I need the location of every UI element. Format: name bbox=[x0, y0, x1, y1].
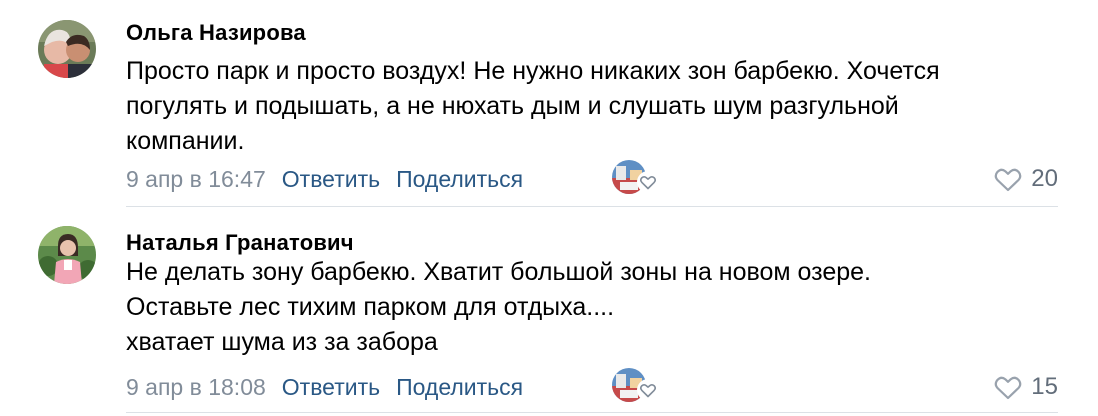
comment-text: Не делать зону барбекю. Хватит большой з… bbox=[126, 255, 1056, 360]
heart-outline-icon bbox=[993, 373, 1023, 401]
like-count: 20 bbox=[1031, 165, 1058, 192]
comment-item: Ольга Назирова Просто парк и просто возд… bbox=[0, 0, 1098, 208]
share-button[interactable]: Поделиться bbox=[396, 374, 523, 401]
comment-author[interactable]: Наталья Гранатович bbox=[126, 230, 354, 256]
comment-text-line: Просто парк и просто воздух! Не нужно ни… bbox=[126, 57, 940, 85]
share-button[interactable]: Поделиться bbox=[396, 166, 523, 193]
divider bbox=[126, 412, 1058, 413]
comment-author[interactable]: Ольга Назирова bbox=[126, 20, 306, 46]
comment-text-line: Не делать зону барбекю. Хватит большой з… bbox=[126, 258, 872, 286]
comment-date[interactable]: 9 апр в 18:08 bbox=[126, 374, 266, 401]
comment-meta: 9 апр в 16:47 Ответить Поделиться bbox=[126, 164, 539, 194]
comment-date[interactable]: 9 апр в 16:47 bbox=[126, 166, 266, 193]
divider bbox=[126, 206, 1058, 207]
heart-badge-icon bbox=[636, 170, 660, 194]
heart-outline-icon bbox=[993, 165, 1023, 193]
reply-button[interactable]: Ответить bbox=[282, 374, 380, 401]
reply-button[interactable]: Ответить bbox=[282, 166, 380, 193]
like-button[interactable]: 15 bbox=[993, 370, 1058, 404]
avatar-photo bbox=[38, 226, 96, 284]
avatar-photo bbox=[38, 20, 96, 78]
avatar[interactable] bbox=[38, 226, 96, 284]
comment-meta: 9 апр в 18:08 Ответить Поделиться bbox=[126, 372, 539, 402]
comment-text-line: Оставьте лес тихим парком для отдыха.... bbox=[126, 293, 615, 321]
comment-text-line: компании. bbox=[126, 127, 245, 155]
comment-text-line: хватает шума из за забора bbox=[126, 328, 438, 356]
liked-by-author[interactable] bbox=[612, 160, 664, 194]
avatar[interactable] bbox=[38, 20, 96, 78]
like-button[interactable]: 20 bbox=[993, 162, 1058, 196]
liked-by-author[interactable] bbox=[612, 368, 664, 402]
like-count: 15 bbox=[1031, 373, 1058, 400]
comment-text: Просто парк и просто воздух! Не нужно ни… bbox=[126, 54, 1056, 159]
heart-badge-icon bbox=[636, 378, 660, 402]
comment-text-line: погулять и подышать, а не нюхать дым и с… bbox=[126, 92, 899, 120]
comment-item: Наталья Гранатович Не делать зону барбек… bbox=[0, 208, 1098, 416]
